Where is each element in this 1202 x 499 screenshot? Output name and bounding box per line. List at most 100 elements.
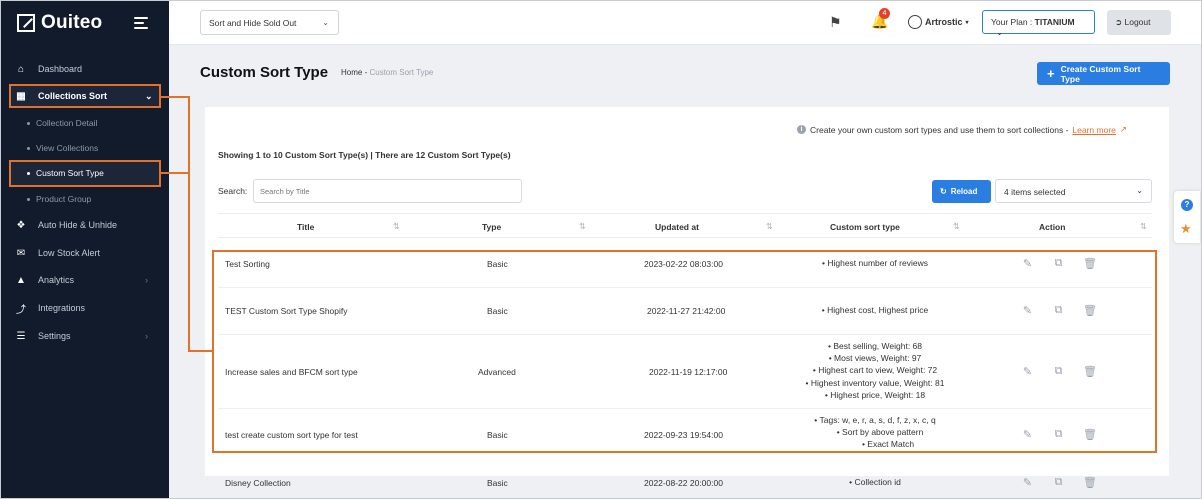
row-sort-list: Collection id [760, 476, 990, 488]
breadcrumb-home[interactable]: Home [341, 68, 362, 77]
column-header-custom-sort-type[interactable]: Custom sort type [830, 222, 900, 232]
user-name: Artrostic [925, 17, 963, 27]
star-icon[interactable]: ★ [1180, 221, 1192, 237]
select-value: 4 items selected [1004, 187, 1066, 197]
notification-badge: 4 [879, 8, 890, 19]
info-icon: i [797, 125, 806, 134]
plan-label: Your Plan : [991, 17, 1033, 27]
help-icon[interactable]: ? [1181, 199, 1193, 211]
search-input[interactable] [253, 179, 522, 203]
sidebar-item-label: Settings [38, 331, 71, 341]
sidebar-item-collections-sort[interactable]: ▦ Collections Sort ⌄ [15, 88, 152, 104]
avatar [908, 15, 922, 29]
row-type: Basic [487, 478, 508, 488]
sidebar-item-label: Integrations [38, 303, 86, 313]
sort-icon[interactable]: ⇅ [953, 222, 960, 231]
sidebar-item-label: Dashboard [38, 64, 83, 74]
trash-icon[interactable]: 🗑 [1083, 476, 1097, 489]
chevron-right-icon: › [145, 331, 148, 341]
sidebar-subitem-collection-detail[interactable]: Collection Detail [27, 118, 97, 128]
column-header-action: Action [1039, 222, 1066, 232]
learn-more-link[interactable]: Learn more [1072, 125, 1115, 135]
sidebar-item-label: Auto Hide & Unhide [38, 220, 118, 230]
connector-line [161, 172, 190, 174]
sidebar-item-label: Collections Sort [38, 91, 108, 101]
rows-highlight-box [212, 250, 1157, 453]
sidebar: Ouiteo ⌂ Dashboard ▦ Collections Sort ⌄ … [0, 0, 169, 499]
column-header-title[interactable]: Title [297, 222, 314, 232]
sort-icon[interactable]: ⇅ [766, 222, 773, 231]
sidebar-subitem-label: View Collections [36, 143, 99, 153]
row-updated: 2022-08-22 20:00:00 [644, 478, 723, 488]
button-label: Reload [950, 187, 978, 196]
columns-select[interactable]: 4 items selected ⌄ [995, 179, 1152, 203]
grid-icon: ▦ [16, 90, 26, 102]
bullet-icon [27, 121, 30, 125]
plug-icon: ⤴ [16, 304, 26, 316]
flag-icon[interactable]: ⚑ [829, 14, 842, 31]
bullet-icon [27, 197, 30, 201]
brand-logo-icon [17, 14, 35, 32]
table-header: Title ⇅ Type ⇅ Updated at ⇅ Custom sort … [218, 213, 1152, 238]
sidebar-subitem-view-collections[interactable]: View Collections [27, 143, 98, 153]
chevron-down-icon: ⌄ [322, 18, 329, 27]
sort-icon[interactable]: ⇅ [1140, 222, 1147, 231]
showing-count: Showing 1 to 10 Custom Sort Type(s) | Th… [218, 150, 511, 160]
chevron-down-icon: ⌄ [1136, 186, 1143, 195]
sort-icon[interactable]: ⇅ [393, 222, 400, 231]
plan-value: TITANIUM [1034, 17, 1075, 27]
topbar: Sort and Hide Sold Out ⌄ ⚑ 🔔 4 Artrostic… [169, 0, 1202, 45]
select-value: Sort and Hide Sold Out [209, 18, 297, 28]
connector-line [161, 96, 190, 98]
chevron-down-icon: ⌄ [996, 27, 1004, 37]
sidebar-item-label: Low Stock Alert [38, 248, 101, 258]
sort-icon[interactable]: ⇅ [579, 222, 586, 231]
home-icon: ⌂ [17, 63, 25, 75]
breadcrumb: Home - Custom Sort Type [341, 68, 433, 77]
app-mode-select[interactable]: Sort and Hide Sold Out ⌄ [200, 10, 339, 35]
edit-icon[interactable]: ✎ [1021, 476, 1034, 489]
info-line: i Create your own custom sort types and … [797, 124, 1127, 135]
chevron-right-icon: › [145, 275, 148, 285]
logout-icon: ➲ [1115, 17, 1123, 27]
reload-button[interactable]: ↻ Reload [932, 180, 991, 203]
search-label: Search: [218, 186, 248, 196]
sidebar-subitem-label: Collection Detail [36, 118, 98, 128]
list-item: Collection id [760, 476, 990, 488]
row-actions: ✎ ⧉ 🗑 [1021, 476, 1097, 489]
logout-label: Logout [1124, 17, 1151, 27]
sidebar-item-low-stock[interactable]: ✉ Low Stock Alert [15, 245, 100, 261]
sidebar-item-settings[interactable]: ☰ Settings › [15, 328, 148, 344]
sidebar-subitem-label: Custom Sort Type [36, 168, 104, 178]
sidebar-item-integrations[interactable]: ⤴ Integrations [15, 300, 85, 316]
sidebar-item-analytics[interactable]: ▲ Analytics › [15, 272, 148, 288]
connector-line [188, 96, 190, 352]
dropbox-icon: ❖ [16, 219, 26, 231]
sidebar-subitem-custom-sort-type[interactable]: Custom Sort Type [27, 168, 104, 178]
column-header-updated[interactable]: Updated at [655, 222, 699, 232]
brand-name: Ouiteo [41, 12, 103, 33]
sidebar-item-auto-hide[interactable]: ❖ Auto Hide & Unhide [15, 217, 118, 233]
column-header-type[interactable]: Type [482, 222, 501, 232]
brand[interactable]: Ouiteo [17, 12, 102, 34]
sidebar-subitem-product-group[interactable]: Product Group [27, 194, 91, 204]
bullet-icon [27, 146, 30, 150]
plus-icon: + [1047, 65, 1055, 81]
copy-icon[interactable]: ⧉ [1052, 476, 1065, 489]
button-label: Create Custom Sort Type [1060, 63, 1141, 84]
sidebar-item-label: Analytics [38, 275, 75, 285]
logout-button[interactable]: ➲ Logout [1107, 10, 1171, 35]
user-menu[interactable]: Artrostic ▾ [908, 15, 969, 29]
sliders-icon: ☰ [16, 330, 26, 342]
external-link-icon: ↗ [1119, 124, 1128, 134]
create-custom-sort-type-button[interactable]: + Create Custom Sort Type [1037, 62, 1170, 85]
caret-down-icon: ▾ [965, 19, 969, 26]
page-title: Custom Sort Type [200, 64, 329, 81]
sidebar-subitem-label: Product Group [36, 194, 92, 204]
breadcrumb-current: Custom Sort Type [369, 68, 434, 77]
refresh-icon: ↻ [940, 187, 947, 196]
plan-button[interactable]: Your Plan : TITANIUM ⌄ [982, 10, 1095, 37]
row-title: Disney Collection [225, 478, 291, 488]
sidebar-item-dashboard[interactable]: ⌂ Dashboard [15, 61, 82, 77]
menu-toggle-icon[interactable] [134, 17, 148, 32]
